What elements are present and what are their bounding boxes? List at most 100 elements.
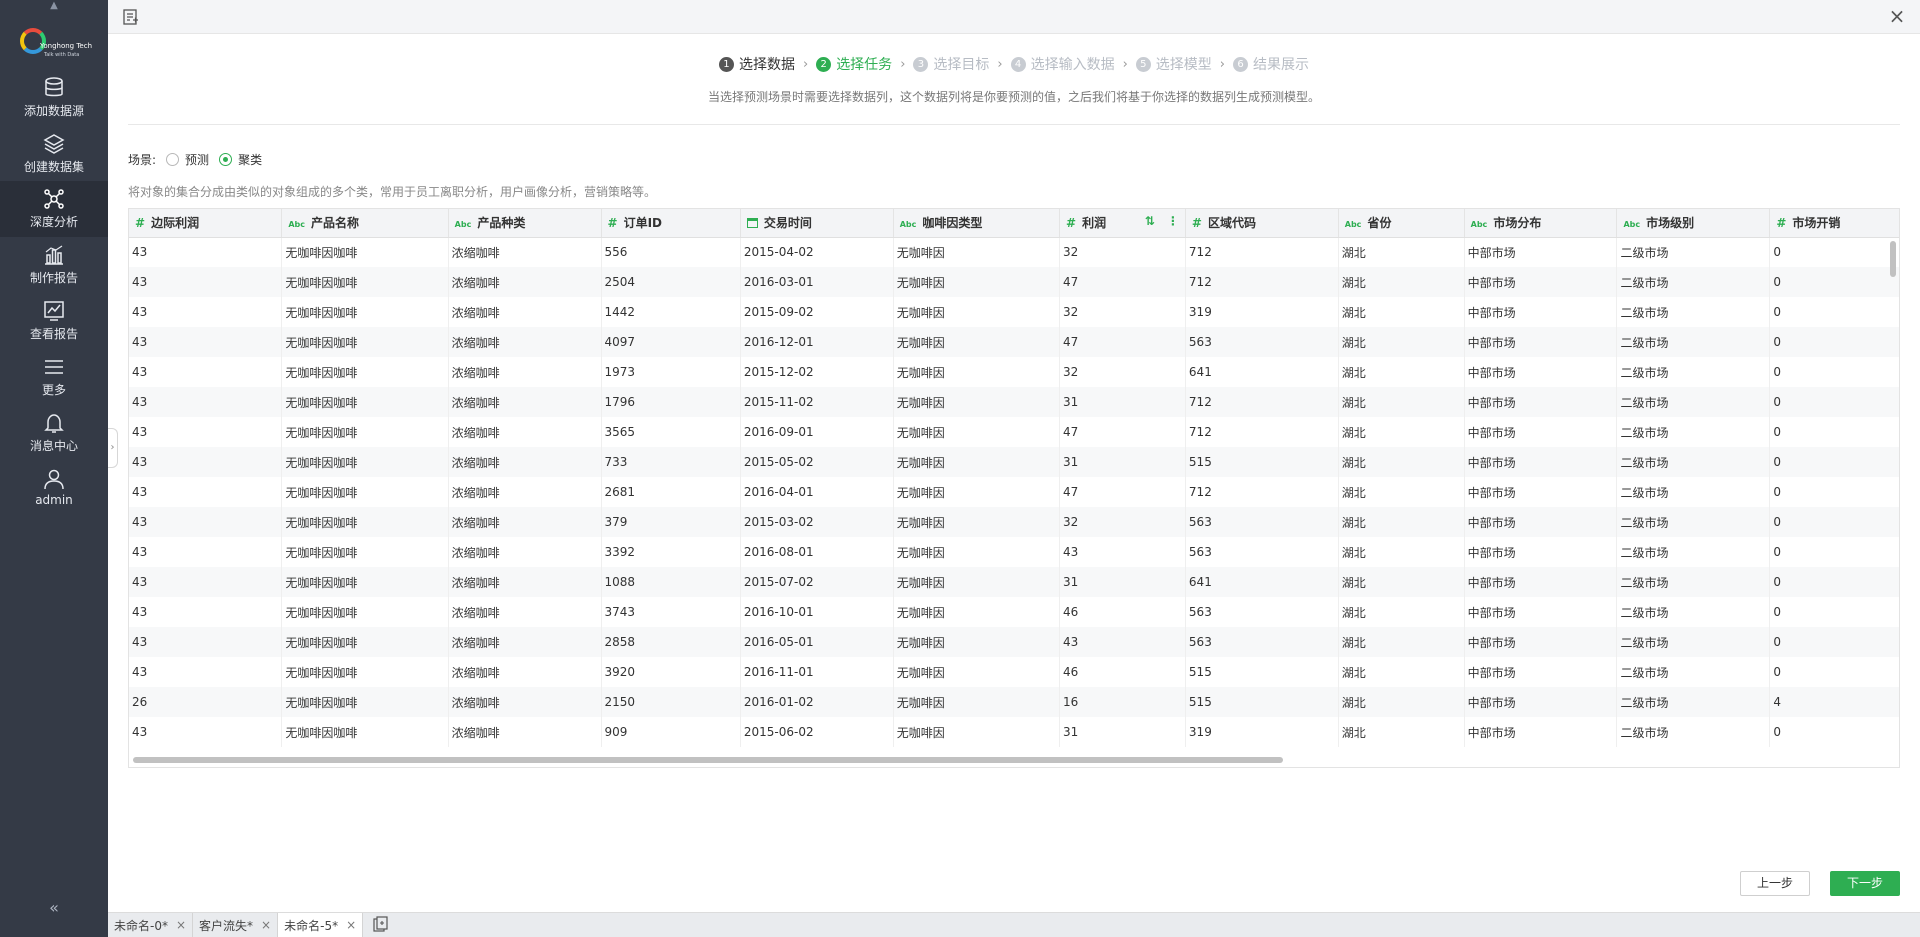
sidebar-item-label: 消息中心: [29, 439, 78, 453]
column-header[interactable]: Abc 咖啡因类型: [893, 209, 1061, 238]
table-cell: 32: [1059, 507, 1186, 537]
radio-predict-label[interactable]: 预测: [185, 151, 209, 168]
table-row[interactable]: 43 无咖啡因咖啡 浓缩咖啡 3565 2016-09-01 无咖啡因 47 712 湖北 中部市…: [129, 417, 1899, 447]
table-row[interactable]: 43 无咖啡因咖啡 浓缩咖啡 1442 2015-09-02 无咖啡因 32 319 湖北 中部市…: [129, 297, 1899, 327]
column-header[interactable]: Abc 产品名称: [281, 209, 449, 238]
table-cell: 无咖啡因: [893, 537, 1061, 567]
sidebar-item-more[interactable]: 更多: [0, 349, 108, 405]
sort-icon[interactable]: ⇅: [1145, 214, 1155, 228]
sidebar-item-create-dataset[interactable]: 创建数据集: [0, 126, 108, 182]
table-row[interactable]: 43 无咖啡因咖啡 浓缩咖啡 3392 2016-08-01 无咖啡因 43 563 湖北 中部市…: [129, 537, 1899, 567]
column-header-label: 利润: [1082, 216, 1107, 231]
column-header-label: 边际利润: [151, 216, 200, 231]
table-cell: 湖北: [1338, 687, 1465, 717]
table-cell: 31: [1059, 387, 1186, 417]
table-cell: 无咖啡因咖啡: [281, 687, 449, 717]
table-row[interactable]: 43 无咖啡因咖啡 浓缩咖啡 1796 2015-11-02 无咖啡因 31 712 湖北 中部市…: [129, 387, 1899, 417]
table-cell: 43: [129, 267, 283, 297]
table-row[interactable]: 43 无咖啡因咖啡 浓缩咖啡 909 2015-06-02 无咖啡因 31 319 湖北 中部市场…: [129, 717, 1899, 747]
table-row[interactable]: 43 无咖啡因咖啡 浓缩咖啡 556 2015-04-02 无咖啡因 32 712 湖北 中部市场…: [129, 237, 1899, 267]
table-row[interactable]: 26 无咖啡因咖啡 浓缩咖啡 2150 2016-01-02 无咖啡因 16 515 湖北 中部市…: [129, 687, 1899, 717]
table-cell: 无咖啡因咖啡: [281, 417, 449, 447]
column-header[interactable]: Abc 产品种类: [448, 209, 602, 238]
step-3: 3 选择目标 ›: [913, 54, 1003, 74]
column-header[interactable]: Abc 市场分布: [1464, 209, 1618, 238]
sidebar-item-add-datasource[interactable]: 添加数据源: [0, 70, 108, 126]
vertical-scrollbar[interactable]: [1890, 241, 1896, 277]
new-tab-icon[interactable]: [369, 916, 391, 934]
table-cell: 32: [1059, 237, 1186, 267]
table-row[interactable]: 43 无咖啡因咖啡 浓缩咖啡 1088 2015-07-02 无咖啡因 31 641 湖北 中部市…: [129, 567, 1899, 597]
document-icon[interactable]: [122, 8, 140, 26]
step-1[interactable]: 1 选择数据 ›: [718, 54, 808, 74]
table-cell: 中部市场: [1464, 357, 1618, 387]
table-cell: 43: [1059, 537, 1186, 567]
radio-cluster-label[interactable]: 聚类: [238, 151, 262, 168]
close-icon[interactable]: ×: [1888, 6, 1906, 26]
sidebar-scroll-up-icon[interactable]: ▲: [0, 0, 108, 12]
table-row[interactable]: 43 无咖啡因咖啡 浓缩咖啡 4097 2016-12-01 无咖啡因 47 563 湖北 中部市…: [129, 327, 1899, 357]
table-cell: 43: [129, 657, 283, 687]
table-cell: 无咖啡因咖啡: [281, 597, 449, 627]
column-header[interactable]: # 订单ID: [601, 209, 741, 238]
sidebar-item-view-report[interactable]: 查看报告: [0, 293, 108, 349]
table-cell: 湖北: [1338, 477, 1465, 507]
text-type-icon: Abc: [1623, 220, 1641, 230]
column-header[interactable]: # 利润 ⇅ ⋮: [1059, 209, 1186, 238]
table-row[interactable]: 43 无咖啡因咖啡 浓缩咖啡 733 2015-05-02 无咖啡因 31 515 湖北 中部市场…: [129, 447, 1899, 477]
table-cell: 湖北: [1338, 237, 1465, 267]
radio-predict[interactable]: [166, 152, 180, 166]
table-cell: 2016-12-01: [740, 327, 894, 357]
close-tab-icon[interactable]: ×: [176, 918, 186, 932]
table-header-row: # 边际利润 Abc 产品名称 Abc 产品种类 # 订单ID 交易时间 Abc 咖啡因类型 # 利润 ⇅…: [129, 209, 1899, 238]
column-header[interactable]: # 市场开销: [1769, 209, 1899, 238]
table-row[interactable]: 43 无咖啡因咖啡 浓缩咖啡 2681 2016-04-01 无咖啡因 47 712 湖北 中部市…: [129, 477, 1899, 507]
table-cell: 无咖啡因: [893, 687, 1061, 717]
table-row[interactable]: 43 无咖啡因咖啡 浓缩咖啡 3743 2016-10-01 无咖啡因 46 563 湖北 中部市…: [129, 597, 1899, 627]
table-cell: 1973: [601, 357, 741, 387]
sidebar-item-admin[interactable]: admin: [0, 461, 108, 517]
tab-unnamed-0[interactable]: 未命名-0* ×: [108, 913, 194, 937]
column-header[interactable]: Abc 市场级别: [1616, 209, 1771, 238]
sidebar-item-make-report[interactable]: 制作报告: [0, 237, 108, 293]
table-row[interactable]: 43 无咖啡因咖啡 浓缩咖啡 2504 2016-03-01 无咖啡因 47 712 湖北 中部市…: [129, 267, 1899, 297]
table-cell: 563: [1185, 507, 1339, 537]
column-header[interactable]: # 边际利润: [129, 209, 283, 238]
table-cell: 0: [1769, 297, 1899, 327]
database-icon: [45, 77, 63, 97]
sidebar-item-deep-analysis[interactable]: 深度分析: [0, 181, 108, 237]
chevron-right-icon: ›: [900, 56, 906, 72]
table-row[interactable]: 43 无咖啡因咖啡 浓缩咖啡 1973 2015-12-02 无咖啡因 32 641 湖北 中部市…: [129, 357, 1899, 387]
table-cell: 563: [1185, 597, 1339, 627]
menu-icon: [45, 360, 63, 374]
next-step-button[interactable]: 下一步: [1830, 871, 1900, 896]
close-tab-icon[interactable]: ×: [346, 918, 356, 932]
column-header[interactable]: # 区域代码: [1185, 209, 1339, 238]
step-6: 6 结果展示: [1233, 54, 1309, 74]
close-tab-icon[interactable]: ×: [261, 918, 271, 932]
table-row[interactable]: 43 无咖啡因咖啡 浓缩咖啡 379 2015-03-02 无咖啡因 32 563 湖北 中部市场…: [129, 507, 1899, 537]
sidebar-item-label: 添加数据源: [23, 104, 84, 118]
tab-customer-churn[interactable]: 客户流失* ×: [193, 913, 279, 937]
collapse-sidebar-icon[interactable]: «: [44, 898, 64, 918]
column-header[interactable]: Abc 省份: [1338, 209, 1465, 238]
more-options-icon[interactable]: ⋮: [1167, 214, 1179, 228]
table-row[interactable]: 43 无咖啡因咖啡 浓缩咖啡 2858 2016-05-01 无咖啡因 43 563 湖北 中部市…: [129, 627, 1899, 657]
table-cell: 湖北: [1338, 627, 1465, 657]
column-header[interactable]: 交易时间: [740, 209, 894, 238]
table-row[interactable]: 43 无咖啡因咖啡 浓缩咖啡 3920 2016-11-01 无咖啡因 46 515 湖北 中部市…: [129, 657, 1899, 687]
table-cell: 浓缩咖啡: [448, 297, 602, 327]
tab-unnamed-5[interactable]: 未命名-5* ×: [278, 913, 364, 937]
step-2[interactable]: 2 选择任务 ›: [816, 54, 905, 74]
sidebar-item-message-center[interactable]: 消息中心: [0, 405, 108, 461]
table-cell: 二级市场: [1616, 297, 1771, 327]
table-cell: 0: [1769, 477, 1899, 507]
radio-cluster[interactable]: [219, 152, 233, 166]
logo-subtext: Talk with Data: [44, 52, 80, 58]
horizontal-scrollbar[interactable]: [133, 757, 1283, 763]
table-cell: 2016-08-01: [740, 537, 894, 567]
prev-step-button[interactable]: 上一步: [1740, 871, 1810, 896]
bell-icon: [44, 414, 64, 433]
expand-panel-handle[interactable]: ›: [108, 428, 118, 468]
table-cell: 4: [1769, 687, 1899, 717]
